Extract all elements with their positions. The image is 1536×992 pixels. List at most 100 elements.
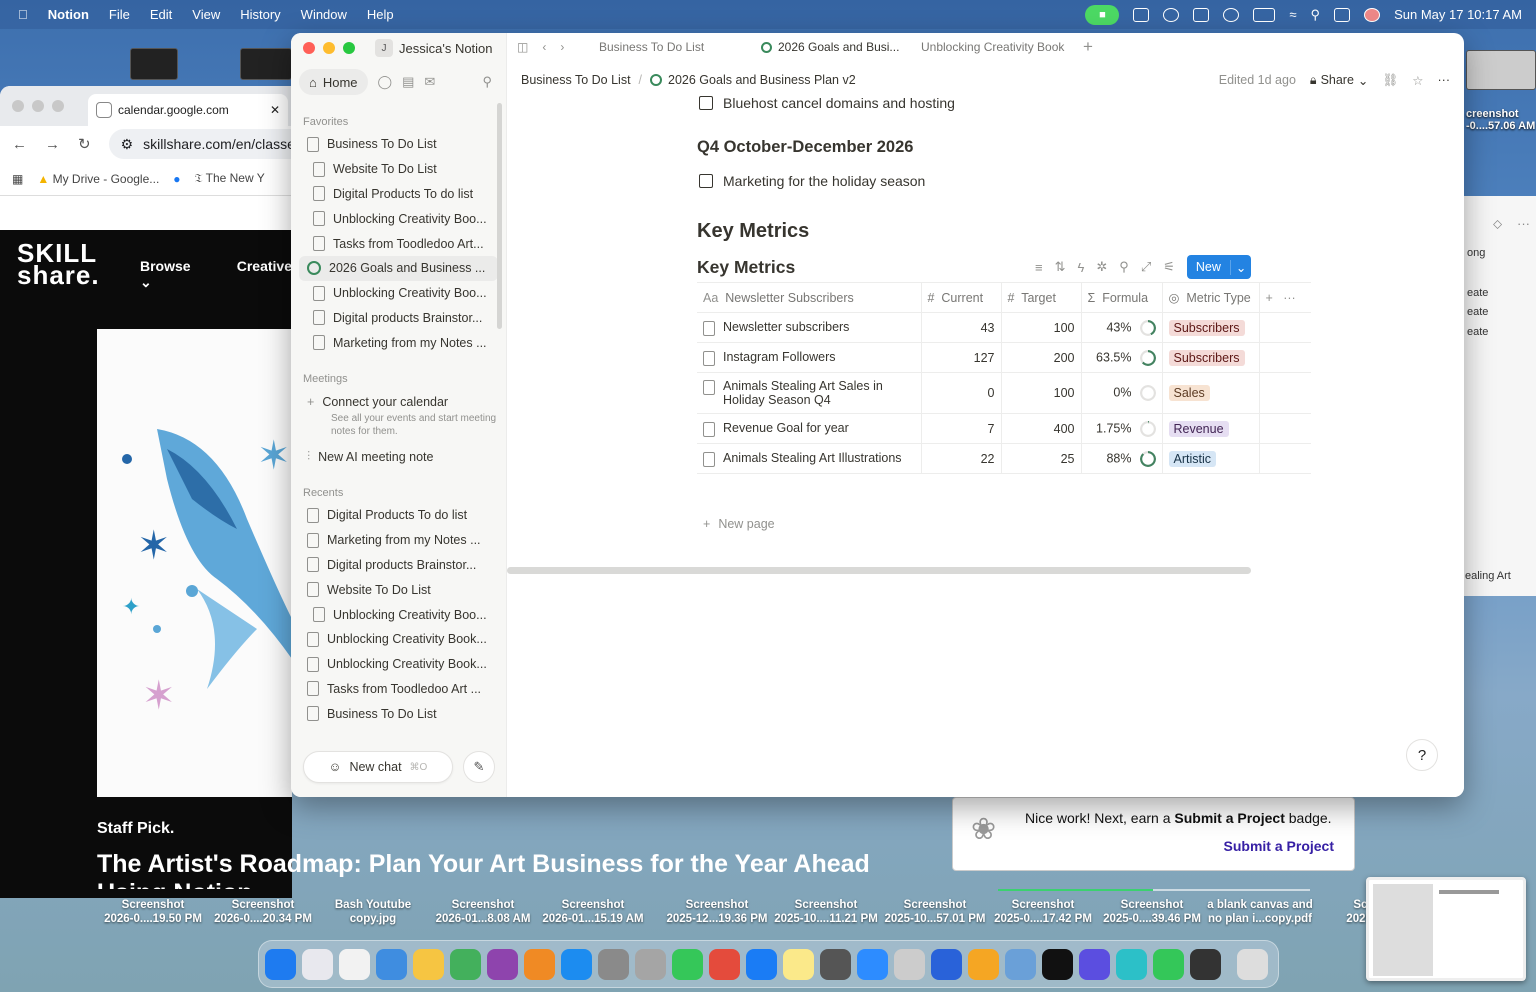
sidebar-item[interactable]: Tasks from Toodledoo Art ...: [291, 677, 506, 702]
column-header-metric-type[interactable]: ◎ Metric Type: [1162, 282, 1260, 313]
close-tab-icon[interactable]: ✕: [270, 103, 280, 117]
numbers-icon[interactable]: [450, 948, 481, 980]
sidebar-item[interactable]: Business To Do List: [291, 132, 506, 157]
cell-target[interactable]: 100: [1001, 312, 1082, 343]
battery-icon[interactable]: [1253, 7, 1276, 22]
new-row-button[interactable]: New ⌄: [1186, 255, 1252, 279]
todo-item[interactable]: Bluehost cancel domains and hosting: [699, 95, 955, 111]
horizontal-scrollbar[interactable]: [507, 567, 1251, 574]
checkbox[interactable]: [699, 174, 713, 188]
todo-text[interactable]: Bluehost cancel domains and hosting: [723, 95, 955, 111]
course-title[interactable]: The Artist's Roadmap: Plan Your Art Busi…: [97, 850, 997, 879]
course-hero-image[interactable]: ✶ ✶ ✦ ✶: [97, 329, 292, 797]
menu-help[interactable]: Help: [367, 7, 394, 22]
keynote-icon[interactable]: [931, 948, 962, 980]
desktop-file[interactable]: a blank canvas and no plan i...copy.pdf: [1205, 898, 1315, 926]
table-row[interactable]: Newsletter subscribers 43 100 43% Subscriber…: [697, 312, 1311, 343]
breadcrumb-current[interactable]: 2026 Goals and Business Plan v2: [668, 73, 856, 87]
cell-formula[interactable]: 63.5%: [1081, 342, 1163, 373]
calendar-app-icon[interactable]: [339, 948, 370, 980]
sidebar-item[interactable]: Business To Do List: [291, 701, 506, 726]
row-name[interactable]: Animals Stealing Art Sales in Holiday Se…: [723, 379, 915, 407]
sidebar-item[interactable]: Marketing from my Notes ...: [291, 330, 506, 355]
cell-current[interactable]: 43: [921, 312, 1002, 343]
cell-target[interactable]: 100: [1001, 372, 1082, 414]
minimize-window-button[interactable]: [32, 100, 44, 112]
desktop-file[interactable]: Screenshot 2025-10...57.01 PM: [880, 898, 990, 926]
sidebar-item[interactable]: Website To Do List: [291, 577, 506, 602]
cell-formula[interactable]: 0%: [1081, 372, 1163, 414]
sidebar-item[interactable]: Unblocking Creativity Boo...: [291, 281, 506, 306]
cell-name[interactable]: Animals Stealing Art Illustrations: [697, 443, 922, 474]
bookmark-drive[interactable]: ▲ My Drive - Google...: [37, 172, 159, 186]
sidebar-item[interactable]: Unblocking Creativity Boo...: [291, 206, 506, 231]
app-menu[interactable]: Notion: [48, 7, 89, 22]
cell-target[interactable]: 25: [1001, 443, 1082, 474]
cell-formula[interactable]: 1.75%: [1081, 413, 1163, 444]
nav-creative[interactable]: Creative: [237, 258, 292, 291]
cell-target[interactable]: 400: [1001, 413, 1082, 444]
preferences-icon[interactable]: [820, 948, 851, 980]
automation-icon[interactable]: ϟ: [1078, 260, 1085, 275]
bookmark-nyt[interactable]: 𝔗 The New Y: [195, 171, 265, 186]
photos-icon[interactable]: [413, 948, 444, 980]
forward-icon[interactable]: →: [45, 136, 60, 153]
sort-icon[interactable]: ⇅: [1055, 259, 1066, 275]
sidebar-item[interactable]: 2026 Goals and Business ...: [299, 255, 498, 281]
notes-icon[interactable]: [783, 948, 814, 980]
status-icon[interactable]: [1163, 7, 1180, 22]
home-button[interactable]: ⌂ Home: [299, 69, 368, 95]
cell-current[interactable]: 0: [921, 372, 1002, 414]
cell-name[interactable]: Animals Stealing Art Sales in Holiday Se…: [697, 372, 922, 414]
cell-metric-type[interactable]: Subscribers: [1162, 312, 1260, 343]
cell-metric-type[interactable]: Sales: [1162, 372, 1260, 414]
menu-window[interactable]: Window: [301, 7, 347, 22]
submit-project-link[interactable]: Submit a Project: [1224, 838, 1334, 854]
cell-target[interactable]: 200: [1001, 342, 1082, 373]
sidebar-item[interactable]: Unblocking Creativity Book...: [291, 652, 506, 677]
zoom-icon[interactable]: [857, 948, 888, 980]
sidebar-item[interactable]: Digital Products To do list: [291, 503, 506, 528]
desktop-file[interactable]: Screenshot 2026-0....19.50 PM: [98, 898, 208, 926]
apps-icon[interactable]: ▦: [12, 172, 23, 186]
new-page-button[interactable]: + New page: [703, 517, 775, 531]
chat-icon[interactable]: ◯: [378, 74, 393, 90]
menu-view[interactable]: View: [192, 7, 220, 22]
cell-name[interactable]: Revenue Goal for year: [697, 413, 922, 444]
desktop-file[interactable]: Screenshot 2025-0....17.42 PM: [988, 898, 1098, 926]
cell-current[interactable]: 7: [921, 413, 1002, 444]
books-icon[interactable]: [524, 948, 555, 980]
minimize-window-button[interactable]: [323, 42, 335, 54]
search-icon[interactable]: ⚲: [1119, 259, 1129, 275]
table-row[interactable]: Instagram Followers 127 200 63.5% Subscriber…: [697, 342, 1311, 373]
tab-business-to-do[interactable]: Business To Do List: [599, 33, 749, 61]
new-chat-button[interactable]: ☺ New chat ⌘O: [303, 751, 453, 783]
column-header-name[interactable]: Aa Newsletter Subscribers: [697, 282, 922, 313]
new-tab-icon[interactable]: +: [1083, 37, 1093, 57]
key-metrics-heading[interactable]: Key Metrics: [697, 220, 809, 243]
address-bar[interactable]: ⚙ skillshare.com/en/classes,: [108, 129, 292, 159]
todo-item[interactable]: Marketing for the holiday season: [699, 173, 925, 189]
sidebar-toggle-icon[interactable]: ◫: [517, 40, 528, 54]
siri-icon[interactable]: [1364, 7, 1381, 22]
apple-icon[interactable]: : [18, 7, 28, 22]
expand-icon[interactable]: ⤢: [1141, 259, 1151, 275]
sidebar-item[interactable]: Tasks from Toodledoo Art...: [291, 231, 506, 256]
reload-icon[interactable]: ↻: [78, 135, 91, 153]
row-name[interactable]: Animals Stealing Art Illustrations: [723, 451, 902, 465]
q4-heading[interactable]: Q4 October-December 2026: [697, 138, 913, 157]
workspace-switcher[interactable]: J Jessica's Notion: [375, 39, 493, 57]
filter-icon[interactable]: ≡: [1035, 260, 1043, 275]
cell-current[interactable]: 22: [921, 443, 1002, 474]
contacts-icon[interactable]: [635, 948, 666, 980]
sidebar-item[interactable]: Marketing from my Notes ...: [291, 528, 506, 553]
desktop-file[interactable]: Screenshot 2026-01...15.19 AM: [538, 898, 648, 926]
inbox-icon[interactable]: ✉: [424, 74, 435, 90]
sidebar-scrollbar[interactable]: [497, 103, 502, 329]
screenshot-preview-thumbnail[interactable]: [1366, 877, 1526, 981]
settings-icon[interactable]: ⚟: [1163, 259, 1175, 275]
chevron-down-icon[interactable]: ⌄: [1229, 259, 1251, 275]
facetime-icon[interactable]: [1153, 948, 1184, 980]
imovie-icon[interactable]: [1079, 948, 1110, 980]
add-column-button[interactable]: + ···: [1259, 282, 1311, 313]
